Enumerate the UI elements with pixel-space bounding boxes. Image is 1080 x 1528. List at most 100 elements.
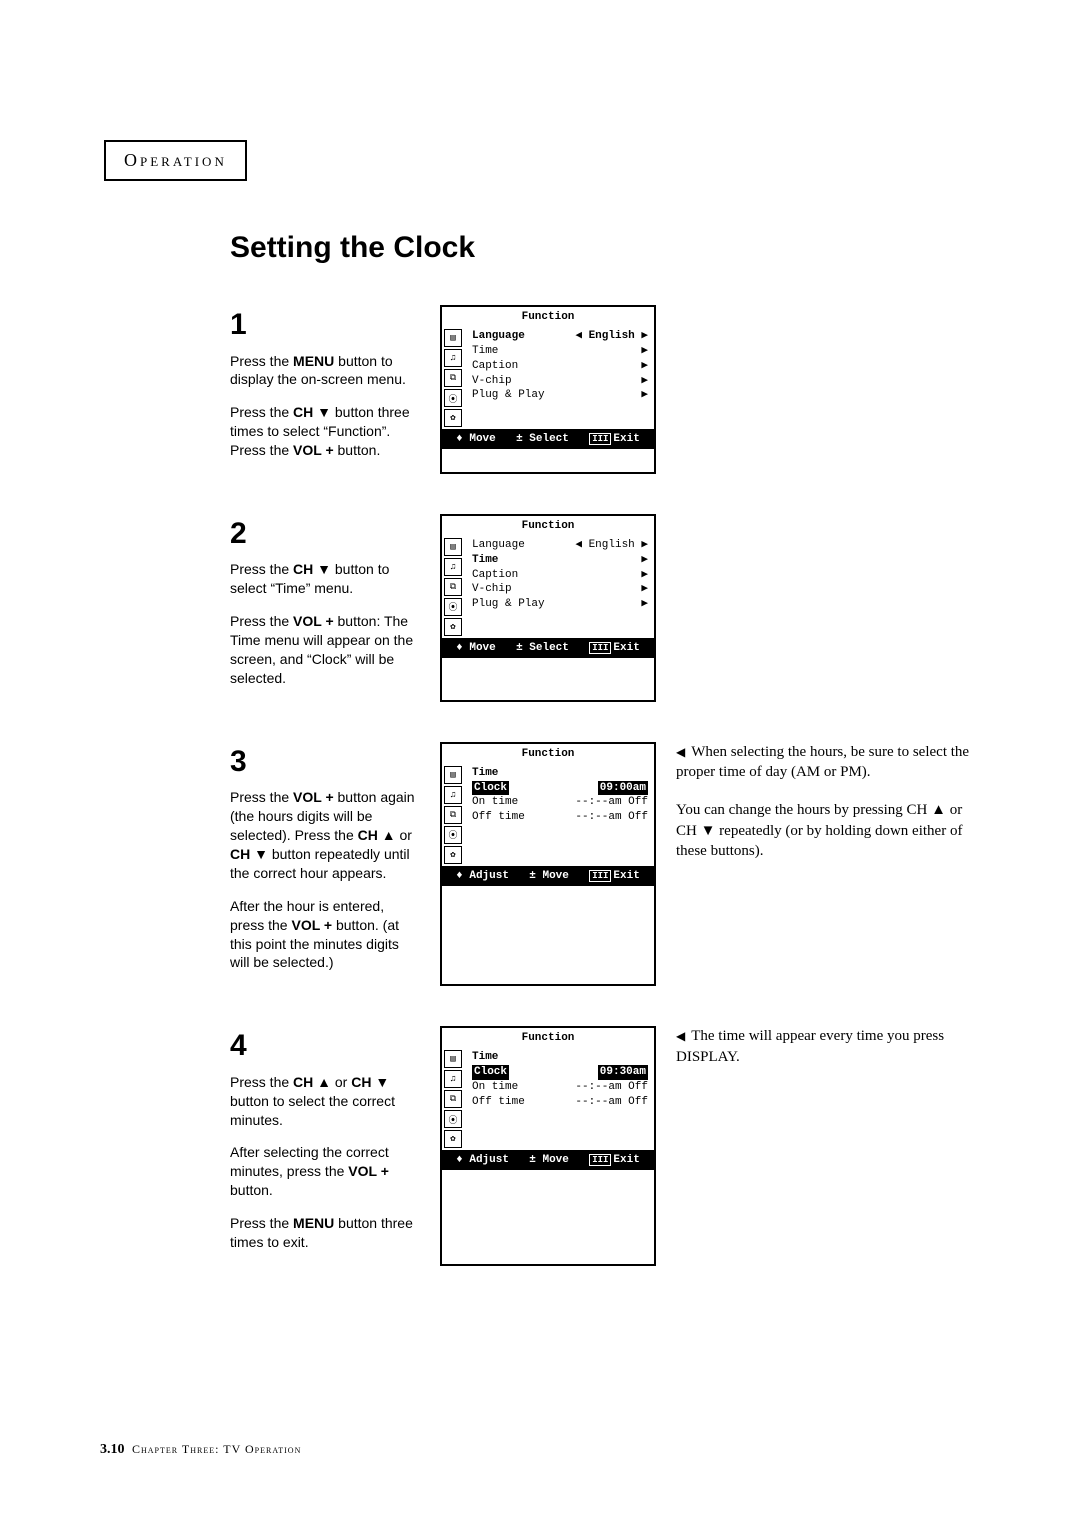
step-paragraph: Press the CH ▲ or CH ▼ button to select … [230, 1073, 420, 1130]
osd-row: Clock 09:00am [472, 781, 648, 796]
osd-footer: ♦ Adjust± MoveIII Exit [442, 1150, 654, 1170]
osd-row: Caption▶ [472, 359, 648, 374]
osd-row-label: On time [472, 1080, 518, 1095]
osd-row: Off time--:--am Off [472, 810, 648, 825]
osd-row: V-chip▶ [472, 582, 648, 597]
step-paragraph: Press the VOL + button: The Time menu wi… [230, 612, 420, 688]
osd-row: Clock09:30am [472, 1065, 648, 1080]
osd-row-label: Clock [472, 781, 509, 796]
osd-row: Time [472, 766, 648, 781]
step-text: 3 Press the VOL + button again (the hours… [230, 742, 420, 987]
osd-title: Function [442, 516, 654, 536]
osd-row-value: ▶ [641, 359, 648, 374]
page-number: 3.10 [100, 1442, 125, 1457]
osd-row: Language◀ English ▶ [472, 329, 648, 344]
osd-row: On time --:--am Off [472, 795, 648, 810]
osd-row: Time▶ [472, 553, 648, 568]
osd-sidebar-icon: ♫ [444, 558, 462, 576]
osd-row: Caption▶ [472, 568, 648, 583]
osd-row: Time [472, 1050, 648, 1065]
osd-row: V-chip▶ [472, 374, 648, 389]
osd-sidebar-icon: ⦿ [444, 389, 462, 407]
step: 3 Press the VOL + button again (the hours… [230, 742, 1010, 987]
osd-sidebar-icon: ✿ [444, 1130, 462, 1148]
osd-row-label: Plug & Play [472, 388, 545, 403]
step-number: 2 [230, 514, 420, 555]
osd-title: Function [442, 1028, 654, 1048]
side-note: When selecting the hours, be sure to sel… [676, 742, 986, 783]
osd-sidebar-icon: ⦿ [444, 826, 462, 844]
osd-footer-hint: III Exit [589, 433, 640, 445]
main-column: Setting the Clock 1 Press the MENU button… [230, 231, 1010, 1266]
step-text: 4 Press the CH ▲ or CH ▼ button to select… [230, 1026, 420, 1266]
osd-row-label: Time [472, 766, 498, 781]
osd-footer-hint: ± Move [529, 1154, 569, 1166]
osd-row: Time▶ [472, 344, 648, 359]
osd-row-label: On time [472, 795, 518, 810]
osd-sidebar-icon: ⧉ [444, 578, 462, 596]
osd-footer-hint: ♦ Adjust [456, 1154, 509, 1166]
osd-sidebar-icon: ⦿ [444, 1110, 462, 1128]
osd-row-value: --:--am Off [575, 795, 648, 810]
step-number: 1 [230, 305, 420, 346]
step-number: 3 [230, 742, 420, 783]
osd-footer-hint: III Exit [589, 870, 640, 882]
osd-row-label: V-chip [472, 374, 512, 389]
osd-row-label: Caption [472, 568, 518, 583]
osd-footer: ♦ Move ± Select III Exit [442, 638, 654, 658]
osd-sidebar-icon: ⧉ [444, 806, 462, 824]
chapter-footer-label: Chapter Three: TV Operation [132, 1442, 301, 1456]
osd-row: On time --:--am Off [472, 1080, 648, 1095]
osd-screen: Function▤♫⧉⦿✿TimeClock09:00amOn time--:-… [440, 742, 656, 987]
side-notes [676, 514, 986, 702]
osd-sidebar-icon: ♫ [444, 786, 462, 804]
side-note: You can change the hours by pressing CH … [676, 800, 986, 861]
osd-row-value: --:--am Off [575, 1095, 648, 1110]
step-paragraph: After the hour is entered, press the VOL… [230, 897, 420, 973]
osd-sidebar-icon: ✿ [444, 409, 462, 427]
step-paragraph: Press the CH ▼ button three times to sel… [230, 403, 420, 460]
side-notes: When selecting the hours, be sure to sel… [676, 742, 986, 987]
osd-row-value: ▶ [641, 388, 648, 403]
step-paragraph: Press the MENU button to display the on-… [230, 352, 420, 390]
osd-footer-hint: ♦ Adjust [456, 870, 509, 882]
osd-row-label: Time [472, 1050, 498, 1065]
osd-row-label: Time [472, 553, 498, 568]
step-paragraph: Press the CH ▼ button to select “Time” m… [230, 560, 420, 598]
step-paragraph: Press the VOL + button again (the hours … [230, 788, 420, 882]
osd-row-value: 09:30am [598, 1065, 648, 1080]
chapter-box: Operation [104, 140, 247, 181]
step: 2 Press the CH ▼ button to select “Time” … [230, 514, 1010, 702]
osd-row-label: Language [472, 329, 525, 344]
osd-row-value: ◀ English ▶ [575, 538, 648, 553]
osd-row-label: V-chip [472, 582, 512, 597]
osd-screen: Function▤♫⧉⦿✿Language◀ English ▶Time▶Cap… [440, 305, 656, 474]
step-number: 4 [230, 1026, 420, 1067]
side-notes [676, 305, 986, 474]
osd-row-value: ▶ [641, 597, 648, 612]
osd-row: Language ◀ English ▶ [472, 538, 648, 553]
osd-row-label: Language [472, 538, 525, 553]
osd-row-value: --:--am Off [575, 1080, 648, 1095]
step: 1 Press the MENU button to display the on… [230, 305, 1010, 474]
osd-title: Function [442, 307, 654, 327]
osd-row-label: Off time [472, 1095, 525, 1110]
page-footer: 3.10 Chapter Three: TV Operation [100, 1442, 301, 1458]
osd-footer-hint: ♦ Move [456, 433, 496, 445]
step-paragraph: Press the MENU button three times to exi… [230, 1214, 420, 1252]
step-text: 1 Press the MENU button to display the on… [230, 305, 420, 474]
osd-footer-hint: ± Select [516, 642, 569, 654]
osd-title: Function [442, 744, 654, 764]
osd-sidebar-icon: ⧉ [444, 369, 462, 387]
section-title: Setting the Clock [230, 231, 1010, 265]
side-note: The time will appear every time you pres… [676, 1026, 986, 1067]
step-text: 2 Press the CH ▼ button to select “Time” … [230, 514, 420, 702]
osd-footer-hint: ♦ Move [456, 642, 496, 654]
step-paragraph: After selecting the correct minutes, pre… [230, 1143, 420, 1200]
steps-container: 1 Press the MENU button to display the on… [230, 305, 1010, 1266]
osd-sidebar-icon: ▤ [444, 766, 462, 784]
osd-footer-hint: III Exit [589, 642, 640, 654]
osd-sidebar-icon: ✿ [444, 618, 462, 636]
osd-footer-hint: ± Select [516, 433, 569, 445]
osd-row-value: 09:00am [598, 781, 648, 796]
